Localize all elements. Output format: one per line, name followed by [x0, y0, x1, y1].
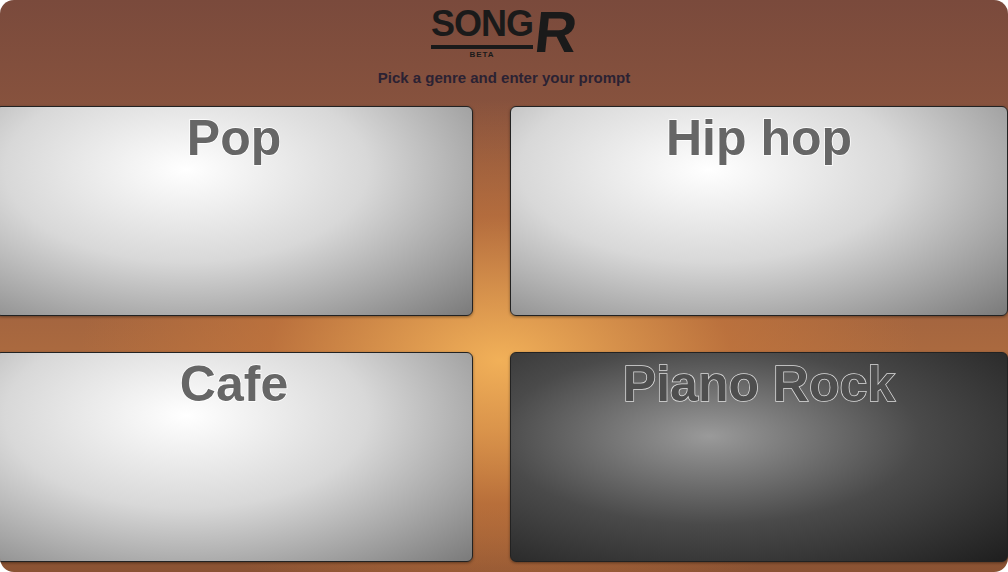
beta-badge: BETA [469, 51, 494, 59]
genre-title: Pop [0, 107, 472, 166]
logo-word-group: SONG BETA [431, 6, 533, 59]
subtitle: Pick a genre and enter your prompt [378, 67, 631, 90]
genre-title: Piano Rock [511, 353, 1007, 412]
header: SONG BETA R Pick a genre and enter your pro… [0, 0, 1008, 106]
genre-title: Cafe [0, 353, 472, 412]
genre-title: Hip hop [511, 107, 1007, 166]
genre-card[interactable]: Hip hop [510, 106, 1008, 316]
genre-card[interactable]: Pop [0, 106, 473, 316]
logo[interactable]: SONG BETA R [431, 6, 577, 59]
logo-word: SONG [431, 6, 533, 49]
genre-card[interactable]: Cafe [0, 352, 473, 562]
genre-grid: Pop Hip hop Cafe Piano Rock [0, 106, 1008, 562]
app-frame: SONG BETA R Pick a genre and enter your pro… [0, 0, 1008, 572]
logo-mark: R [532, 6, 579, 58]
genre-card[interactable]: Piano Rock [510, 352, 1008, 562]
